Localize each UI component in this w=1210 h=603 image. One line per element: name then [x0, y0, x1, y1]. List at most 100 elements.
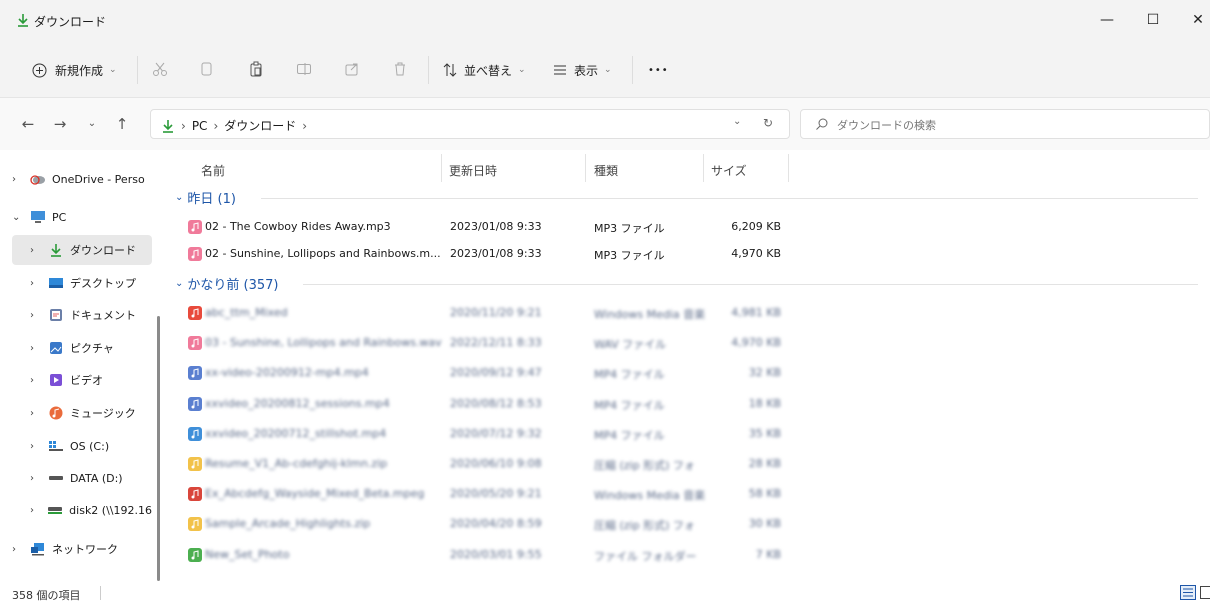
file-name[interactable]: xxvideo_20200812_sessions.mp4: [205, 397, 451, 410]
file-row[interactable]: xxvideo_20200712_stillshot.mp4 2020/07/12…: [183, 421, 1198, 447]
sidebar-item-downloads[interactable]: › ダウンロード: [12, 235, 152, 265]
drive-d-icon: [48, 471, 64, 485]
new-button-label: 新規作成: [55, 63, 104, 78]
expand-chevron-icon[interactable]: ›: [30, 473, 42, 484]
file-name[interactable]: 02 - Sunshine, Lollipops and Rainbows.m.…: [205, 247, 451, 260]
sidebar-item-desktop[interactable]: › デスクトップ: [12, 268, 152, 298]
maximize-button[interactable]: ☐: [1138, 10, 1168, 30]
audio-file-icon: [188, 457, 202, 471]
address-history-chevron-icon[interactable]: ⌄: [733, 116, 741, 127]
group-header-long-ago[interactable]: ⌄ かなり前 (357): [175, 274, 1198, 293]
sidebar-item-documents[interactable]: › ドキュメント: [12, 300, 152, 330]
file-row[interactable]: Resume_V1_Ab-cdefghij-klmn.zip 2020/06/10…: [183, 451, 1198, 477]
sidebar-item-videos[interactable]: › ビデオ: [12, 365, 152, 395]
sidebar-scrollbar[interactable]: [157, 316, 160, 581]
file-name[interactable]: 02 - The Cowboy Rides Away.mp3: [205, 220, 451, 233]
copy-button[interactable]: [196, 59, 216, 79]
expand-chevron-icon[interactable]: ›: [30, 505, 41, 516]
file-date: 2020/06/10 9:08: [450, 457, 542, 470]
new-button[interactable]: 新規作成 ⌄: [32, 60, 117, 80]
file-row[interactable]: Sample_Arcade_Highlights.zip 2020/04/20 8…: [183, 511, 1198, 537]
file-row[interactable]: xxvideo_20200812_sessions.mp4 2020/08/12 …: [183, 391, 1198, 417]
sidebar-item-pictures[interactable]: › ピクチャ: [12, 333, 152, 363]
audio-file-icon: [188, 220, 202, 234]
file-name[interactable]: New_Set_Photo: [205, 548, 451, 561]
group-header-yesterday[interactable]: ⌄ 昨日 (1): [175, 188, 1198, 207]
sidebar-item-pc[interactable]: ⌄ PC: [12, 202, 152, 232]
expand-chevron-icon[interactable]: ›: [12, 174, 24, 185]
file-date: 2023/01/08 9:33: [450, 247, 542, 260]
sidebar-item-drive-d[interactable]: › DATA (D:): [12, 463, 152, 493]
column-header-name[interactable]: 名前: [201, 162, 225, 179]
file-row[interactable]: New_Set_Photo 2020/03/01 9:55 ファイル フォルダー 7 …: [183, 542, 1198, 568]
file-name[interactable]: Resume_V1_Ab-cdefghij-klmn.zip: [205, 457, 451, 470]
search-box[interactable]: [800, 109, 1210, 139]
sidebar-item-drive-c[interactable]: › OS (C:): [12, 431, 152, 461]
column-header-size[interactable]: サイズ: [711, 162, 747, 179]
onedrive-icon: [30, 172, 46, 186]
expand-chevron-icon[interactable]: ›: [30, 310, 42, 321]
expand-chevron-icon[interactable]: ›: [30, 245, 42, 256]
expand-chevron-icon[interactable]: ›: [30, 408, 42, 419]
pc-icon: [30, 210, 46, 224]
delete-button[interactable]: [390, 59, 410, 79]
group-divider: [303, 284, 1198, 285]
music-icon: [48, 406, 64, 420]
sort-label: 並べ替え: [464, 63, 513, 78]
breadcrumb-item[interactable]: PC: [192, 119, 208, 133]
address-bar[interactable]: › PC › ダウンロード › ⌄ ↻: [150, 109, 790, 139]
file-name[interactable]: Ex_Abcdefg_Wayside_Mixed_Beta.mpeg: [205, 487, 451, 500]
file-size: 4,970 KB: [731, 336, 781, 350]
expand-chevron-icon[interactable]: ›: [30, 278, 42, 289]
expand-chevron-icon[interactable]: ›: [12, 544, 24, 555]
column-divider[interactable]: [788, 154, 789, 182]
expand-chevron-icon[interactable]: ›: [30, 375, 42, 386]
rename-button[interactable]: [294, 59, 314, 79]
file-name[interactable]: xxvideo_20200712_stillshot.mp4: [205, 427, 451, 440]
sort-button[interactable]: 並べ替え ⌄: [442, 60, 526, 80]
file-type: MP4 ファイル: [594, 368, 665, 382]
minimize-button[interactable]: —: [1092, 10, 1122, 30]
paste-button[interactable]: [246, 59, 266, 79]
column-divider[interactable]: [703, 154, 704, 182]
sidebar-item-network-drive[interactable]: › disk2 (\\192.16: [12, 495, 152, 525]
file-row[interactable]: xx-video-20200912-mp4.mp4 2020/09/12 9:47…: [183, 360, 1198, 386]
up-button[interactable]: ↑: [112, 114, 132, 134]
more-options-button[interactable]: •••: [648, 60, 669, 80]
file-name[interactable]: xx-video-20200912-mp4.mp4: [205, 366, 451, 379]
file-row[interactable]: 02 - Sunshine, Lollipops and Rainbows.m.…: [183, 241, 1198, 267]
recent-locations-button[interactable]: ⌄: [82, 114, 102, 134]
view-button[interactable]: 表示 ⌄: [552, 60, 612, 80]
file-row[interactable]: Ex_Abcdefg_Wayside_Mixed_Beta.mpeg 2020/0…: [183, 481, 1198, 507]
cut-button[interactable]: [150, 59, 170, 79]
file-row[interactable]: 03 - Sunshine, Lollipops and Rainbows.wa…: [183, 330, 1198, 356]
share-button[interactable]: [342, 59, 362, 79]
refresh-icon[interactable]: ↻: [763, 116, 773, 130]
sidebar-item-label: DATA (D:): [70, 471, 123, 485]
chevron-right-icon[interactable]: ›: [302, 119, 307, 133]
divider: [137, 56, 138, 84]
sidebar-item-network[interactable]: › ネットワーク: [12, 534, 152, 564]
collapse-chevron-icon[interactable]: ⌄: [12, 212, 24, 223]
expand-chevron-icon[interactable]: ›: [30, 343, 42, 354]
expand-chevron-icon[interactable]: ›: [30, 441, 42, 452]
breadcrumb-item[interactable]: ダウンロード: [224, 117, 296, 134]
column-divider[interactable]: [585, 154, 586, 182]
file-name[interactable]: Sample_Arcade_Highlights.zip: [205, 517, 451, 530]
column-header-type[interactable]: 種類: [594, 162, 618, 179]
forward-button[interactable]: →: [50, 114, 70, 134]
close-button[interactable]: ✕: [1183, 10, 1210, 30]
file-row[interactable]: abc_ttm_Mixed 2020/11/20 9:21 Windows Medi…: [183, 300, 1198, 326]
tiles-view-icon[interactable]: [1200, 585, 1210, 600]
column-header-date[interactable]: 更新日時: [449, 162, 497, 179]
search-input[interactable]: [837, 116, 1197, 134]
sidebar-item-onedrive[interactable]: › OneDrive - Perso: [12, 164, 152, 194]
file-row[interactable]: 02 - The Cowboy Rides Away.mp3 2023/01/08…: [183, 214, 1198, 240]
details-view-icon[interactable]: [1180, 585, 1196, 600]
file-name[interactable]: abc_ttm_Mixed: [205, 306, 451, 319]
share-icon: [345, 63, 358, 76]
file-name[interactable]: 03 - Sunshine, Lollipops and Rainbows.wa…: [205, 336, 451, 349]
back-button[interactable]: ←: [18, 114, 38, 134]
column-divider[interactable]: [441, 154, 442, 182]
sidebar-item-music[interactable]: › ミュージック: [12, 398, 152, 428]
